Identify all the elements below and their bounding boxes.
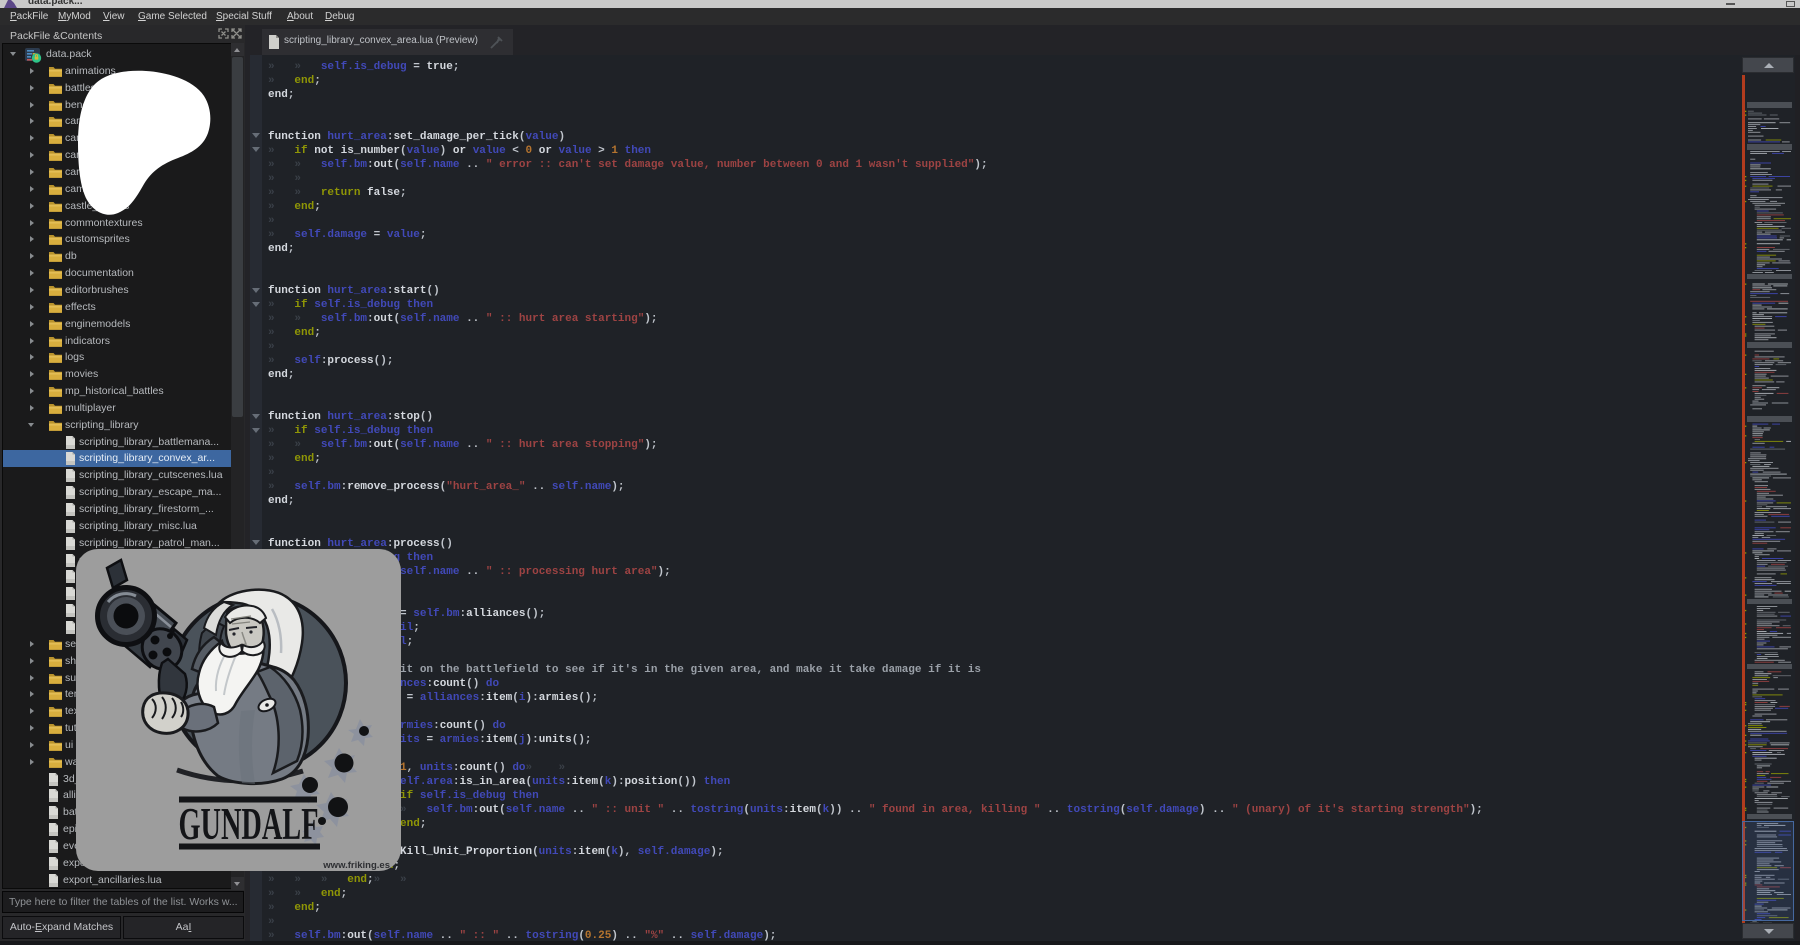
svg-text:GUNDALF: GUNDALF	[179, 798, 319, 849]
svg-text:www.friking.es: www.friking.es	[322, 860, 390, 871]
